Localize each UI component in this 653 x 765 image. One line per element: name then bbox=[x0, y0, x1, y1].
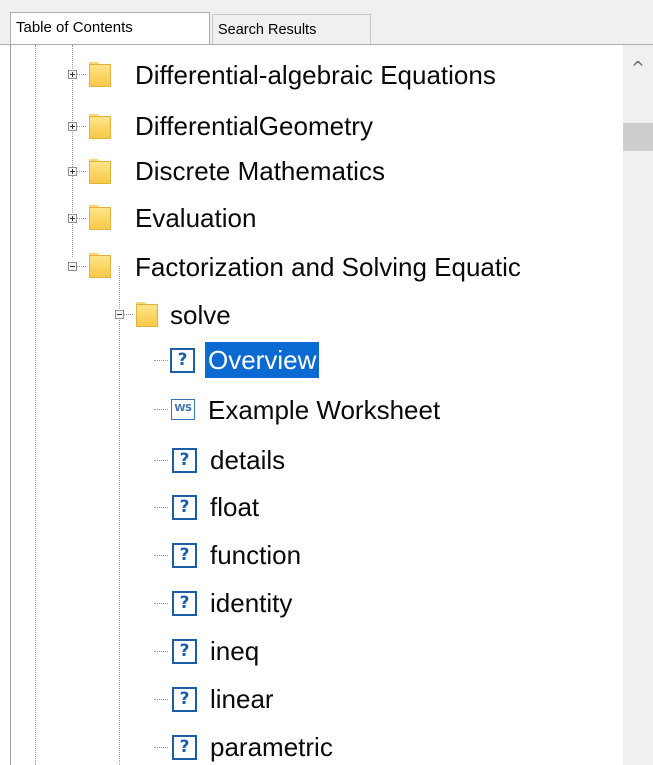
tree-connector bbox=[154, 409, 168, 410]
tree-connector bbox=[154, 555, 168, 556]
tree-node-float[interactable]: float bbox=[210, 489, 259, 525]
tree-node-factorization[interactable]: Factorization and Solving Equatic bbox=[135, 249, 521, 285]
panel-border bbox=[10, 45, 11, 765]
help-page-icon: ? bbox=[172, 735, 197, 760]
folder-icon bbox=[89, 62, 111, 87]
collapse-icon[interactable] bbox=[68, 262, 77, 271]
tree-node-differential-algebraic[interactable]: Differential-algebraic Equations bbox=[135, 57, 496, 93]
tree-connector bbox=[154, 699, 168, 700]
collapse-icon[interactable] bbox=[115, 310, 124, 319]
help-page-icon: ? bbox=[170, 348, 195, 373]
expand-icon[interactable] bbox=[68, 167, 77, 176]
folder-icon bbox=[89, 114, 111, 139]
help-page-icon: ? bbox=[172, 591, 197, 616]
scroll-thumb[interactable] bbox=[623, 123, 653, 151]
tree-node-identity[interactable]: identity bbox=[210, 585, 292, 621]
tree-guide-line bbox=[35, 45, 36, 765]
folder-icon bbox=[89, 205, 111, 230]
tree-connector bbox=[154, 507, 168, 508]
expand-icon[interactable] bbox=[68, 214, 77, 223]
tree-node-overview[interactable]: Overview bbox=[205, 342, 320, 378]
tree-node-function[interactable]: function bbox=[210, 537, 301, 573]
tab-table-of-contents[interactable]: Table of Contents bbox=[10, 12, 210, 44]
tree-connector bbox=[77, 218, 86, 219]
tree-node-solve[interactable]: solve bbox=[170, 297, 231, 333]
tree-connector bbox=[154, 460, 168, 461]
vertical-scrollbar[interactable]: ^ bbox=[623, 45, 653, 765]
expand-icon[interactable] bbox=[68, 122, 77, 131]
tree-connector bbox=[77, 171, 86, 172]
folder-icon bbox=[89, 253, 111, 278]
worksheet-icon: WS bbox=[171, 399, 195, 420]
folder-icon bbox=[136, 302, 158, 327]
help-page-icon: ? bbox=[172, 543, 197, 568]
tree-node-discrete-mathematics[interactable]: Discrete Mathematics bbox=[135, 153, 385, 189]
tree-connector bbox=[154, 360, 168, 361]
tree-node-differential-geometry[interactable]: DifferentialGeometry bbox=[135, 108, 373, 144]
tab-search-results[interactable]: Search Results bbox=[212, 14, 371, 44]
help-page-icon: ? bbox=[172, 687, 197, 712]
tab-strip: Table of Contents Search Results bbox=[0, 0, 653, 45]
tree-node-details[interactable]: details bbox=[210, 442, 285, 478]
help-page-icon: ? bbox=[172, 495, 197, 520]
tree-node-evaluation[interactable]: Evaluation bbox=[135, 200, 256, 236]
tree-connector bbox=[77, 266, 86, 267]
scroll-up-arrow-icon[interactable]: ^ bbox=[623, 53, 653, 83]
tree-connector bbox=[77, 74, 86, 75]
tree-connector bbox=[154, 747, 168, 748]
tree-node-example-worksheet[interactable]: Example Worksheet bbox=[208, 392, 440, 428]
tree-node-linear[interactable]: linear bbox=[210, 681, 274, 717]
tree-connector bbox=[154, 651, 168, 652]
folder-icon bbox=[89, 159, 111, 184]
tree-connector bbox=[154, 603, 168, 604]
help-page-icon: ? bbox=[172, 448, 197, 473]
tree-guide-line bbox=[119, 266, 120, 765]
tree-node-ineq[interactable]: ineq bbox=[210, 633, 259, 669]
tree-node-parametric[interactable]: parametric bbox=[210, 729, 333, 765]
expand-icon[interactable] bbox=[68, 70, 77, 79]
toc-tree: Differential-algebraic Equations Differe… bbox=[12, 45, 623, 765]
help-page-icon: ? bbox=[172, 639, 197, 664]
tree-connector bbox=[77, 126, 86, 127]
tree-connector bbox=[124, 314, 133, 315]
